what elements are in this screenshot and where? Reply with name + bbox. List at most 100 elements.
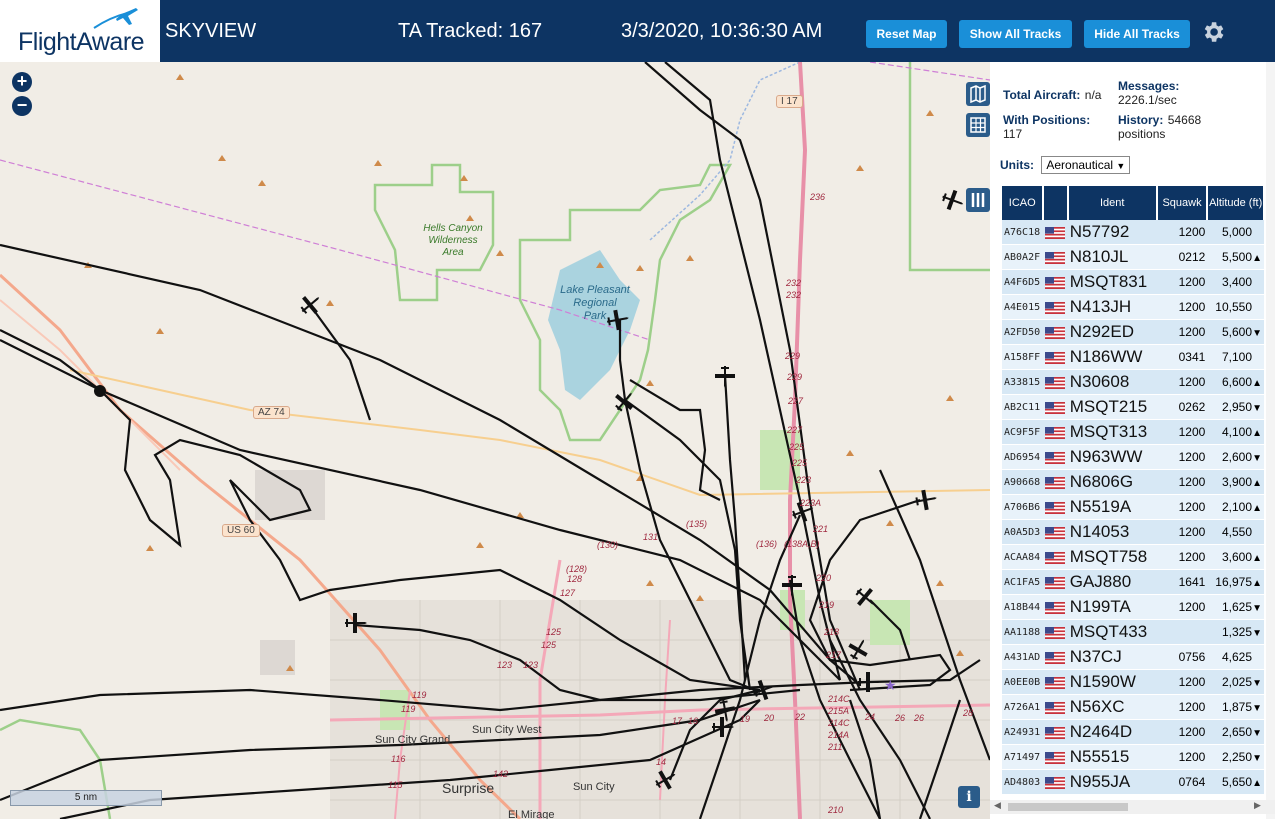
altitude-cell: 4,625	[1207, 644, 1264, 670]
table-row[interactable]: AD4803 N955JA 0764 5,650▲	[1002, 769, 1264, 795]
gear-icon[interactable]	[1200, 19, 1226, 45]
scroll-right-icon[interactable]: ▶	[1254, 800, 1261, 811]
us-flag-icon	[1045, 276, 1066, 289]
altitude-value: 1,325	[1221, 625, 1252, 639]
table-row[interactable]: A90668 N6806G 1200 3,900▲	[1002, 469, 1264, 495]
altitude-trend: ▼	[1252, 678, 1262, 689]
table-row[interactable]: ACAA84 MSQT758 1200 3,600▲	[1002, 544, 1264, 570]
total-aircraft-label: Total Aircraft:	[1003, 88, 1081, 102]
hide-all-tracks-button[interactable]: Hide All Tracks	[1084, 20, 1190, 48]
route-label: 26	[914, 713, 925, 723]
column-header-icao[interactable]: ICAO	[1002, 186, 1045, 220]
scroll-left-icon[interactable]: ◀	[994, 800, 1001, 811]
flag-cell	[1043, 220, 1068, 245]
ident-cell: MSQT433	[1067, 619, 1157, 645]
route-label: 227	[788, 396, 804, 406]
table-row[interactable]: A76C18 N57792 1200 5,000	[1002, 220, 1264, 245]
ident-cell: N55515	[1067, 744, 1157, 770]
show-all-tracks-button[interactable]: Show All Tracks	[959, 20, 1072, 48]
horizontal-scrollbar[interactable]: ◀ ▶	[990, 800, 1275, 814]
table-row[interactable]: A18B44 N199TA 1200 1,625▼	[1002, 594, 1264, 620]
icao-cell: A2FD50	[1002, 319, 1044, 345]
flag-cell	[1043, 744, 1068, 770]
table-row[interactable]: A0A5D3 N14053 1200 4,550	[1002, 519, 1264, 545]
table-row[interactable]: A431AD N37CJ 0756 4,625	[1002, 644, 1264, 670]
map-layers-button[interactable]	[966, 82, 990, 106]
route-label: 26	[895, 713, 906, 723]
svg-text:★: ★	[884, 678, 897, 694]
altitude-cell: 5,600▼	[1207, 319, 1264, 345]
dropdown-arrow-icon: ▼	[1116, 161, 1126, 171]
map-view[interactable]: ★ Hells Canyon Wilderness Area Lake Pleasa…	[0, 62, 990, 819]
surprise-label: Surprise	[442, 780, 495, 796]
route-label: 128	[567, 574, 583, 584]
reset-map-button[interactable]: Reset Map	[866, 20, 947, 48]
scrollbar-thumb[interactable]	[1008, 803, 1128, 811]
flag-cell	[1043, 644, 1068, 670]
table-row[interactable]: A0EE0B N1590W 1200 2,025▼	[1002, 669, 1264, 695]
table-row[interactable]: AB2C11 MSQT215 0262 2,950▼	[1002, 394, 1264, 420]
table-row[interactable]: AC1FA5 GAJ880 1641 16,975▲	[1002, 569, 1264, 595]
grid-toggle-button[interactable]	[966, 113, 990, 137]
route-label: 236	[810, 192, 826, 202]
table-row[interactable]: A33815 N30608 1200 6,600▲	[1002, 369, 1264, 395]
ident-cell: GAJ880	[1067, 569, 1157, 595]
route-label: 217	[826, 650, 842, 660]
table-row[interactable]: AA1188 MSQT433 1,325▼	[1002, 619, 1264, 645]
column-header-flag[interactable]	[1043, 186, 1069, 220]
table-row[interactable]: A158FF N186WW 0341 7,100	[1002, 344, 1264, 370]
table-row[interactable]: A706B6 N5519A 1200 2,100▲	[1002, 494, 1264, 520]
ident-cell: N1590W	[1067, 669, 1157, 695]
icao-cell: A18B44	[1002, 594, 1044, 620]
flag-cell	[1043, 619, 1068, 645]
us-flag-icon	[1045, 326, 1066, 339]
ident-cell: N186WW	[1067, 344, 1157, 370]
ident-cell: N30608	[1067, 369, 1157, 395]
altitude-cell: 2,250▼	[1207, 744, 1264, 770]
ident-cell: N56XC	[1067, 694, 1157, 720]
flightaware-logo[interactable]: FlightAware	[0, 0, 160, 62]
altitude-cell: 4,550	[1207, 519, 1264, 545]
vertical-scrollbar[interactable]	[1266, 62, 1275, 819]
table-row[interactable]: A726A1 N56XC 1200 1,875▼	[1002, 694, 1264, 720]
altitude-cell: 5,500▲	[1207, 244, 1264, 270]
flag-cell	[1043, 294, 1068, 320]
table-row[interactable]: AB0A2F N810JL 0212 5,500▲	[1002, 244, 1264, 270]
squawk-cell: 0212	[1156, 244, 1208, 270]
altitude-cell: 6,600▲	[1207, 369, 1264, 395]
info-button[interactable]: i	[958, 786, 980, 808]
column-header-ident[interactable]: Ident	[1067, 186, 1158, 220]
zoom-in-button[interactable]: +	[12, 72, 32, 92]
altitude-value: 7,100	[1221, 350, 1252, 364]
us-flag-icon	[1045, 651, 1066, 664]
column-header-altitude[interactable]: Altitude (ft)	[1207, 186, 1265, 220]
altitude-trend: ▲	[1252, 378, 1262, 389]
units-select-value: Aeronautical	[1046, 158, 1114, 172]
total-aircraft-value: n/a	[1084, 88, 1102, 102]
ident-cell: N810JL	[1067, 244, 1157, 270]
table-row[interactable]: A2FD50 N292ED 1200 5,600▼	[1002, 319, 1264, 345]
panel-toggle-button[interactable]	[966, 188, 990, 212]
icao-cell: AD6954	[1002, 444, 1044, 470]
route-label: 115	[388, 780, 403, 790]
route-label: 119	[401, 704, 416, 714]
ident-cell: N413JH	[1067, 294, 1157, 320]
us-flag-icon	[1045, 501, 1066, 514]
icao-cell: AB0A2F	[1002, 244, 1044, 270]
route-label: (138A,B)	[784, 539, 820, 549]
table-row[interactable]: AD6954 N963WW 1200 2,600▼	[1002, 444, 1264, 470]
table-row[interactable]: A71497 N55515 1200 2,250▼	[1002, 744, 1264, 770]
table-row[interactable]: AC9F5F MSQT313 1200 4,100▲	[1002, 419, 1264, 445]
altitude-cell: 5,650▲	[1207, 769, 1264, 795]
table-row[interactable]: A4F6D5 MSQT831 1200 3,400	[1002, 269, 1264, 295]
table-row[interactable]: A4E015 N413JH 1200 10,550	[1002, 294, 1264, 320]
table-row[interactable]: A24931 N2464D 1200 2,650▼	[1002, 719, 1264, 745]
column-header-squawk[interactable]: Squawk	[1156, 186, 1209, 220]
icao-cell: A0EE0B	[1002, 669, 1044, 695]
ident-cell: N57792	[1067, 220, 1157, 245]
us-flag-icon	[1045, 676, 1066, 689]
zoom-out-button[interactable]: −	[12, 96, 32, 116]
squawk-cell: 1200	[1156, 444, 1208, 470]
route-label: 232	[786, 278, 802, 288]
units-select[interactable]: Aeronautical ▼	[1041, 156, 1131, 174]
